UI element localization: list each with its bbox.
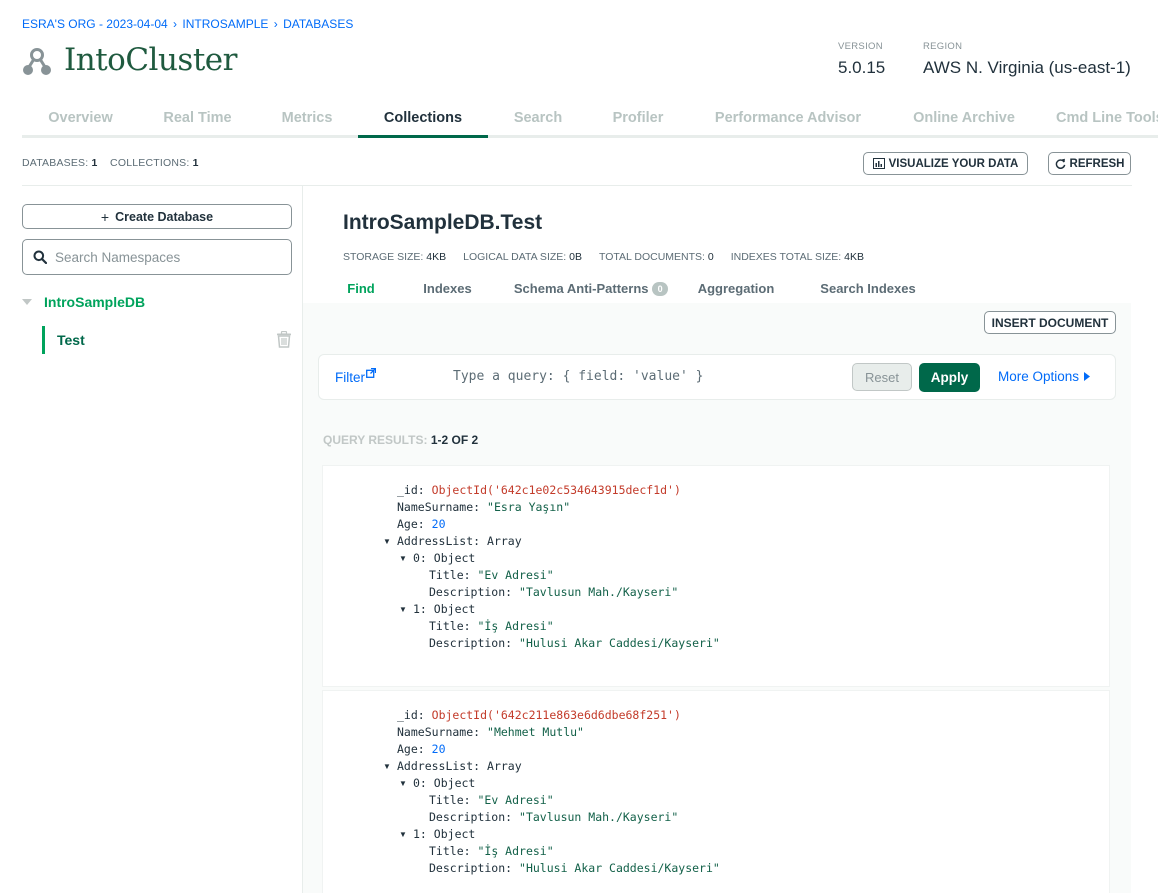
document-field: Title: "İş Adresi" <box>429 844 554 858</box>
indexes-size-stat: INDEXES TOTAL SIZE: 4KB <box>730 251 864 263</box>
chevron-right-icon: › <box>273 17 278 31</box>
caret-down-icon[interactable] <box>22 299 32 305</box>
document-field: _id: ObjectId('642c1e02c534643915decf1d'… <box>397 483 681 497</box>
search-icon <box>33 250 47 264</box>
create-database-button[interactable]: + Create Database <box>22 204 292 229</box>
caret-down-icon[interactable]: ▼ <box>399 554 407 563</box>
breadcrumb: ESRA'S ORG - 2023-04-04 › INTROSAMPLE › … <box>22 17 353 31</box>
bar-chart-icon <box>872 158 885 169</box>
cluster-title: IntoCluster <box>64 42 237 78</box>
tab-online-archive[interactable]: Online Archive <box>888 100 1040 138</box>
apply-button[interactable]: Apply <box>919 363 980 392</box>
caret-down-icon[interactable]: ▼ <box>399 779 407 788</box>
document-field: Description: "Hulusi Akar Caddesi/Kayser… <box>429 861 720 875</box>
caret-down-icon[interactable]: ▼ <box>383 762 391 771</box>
tab-overview[interactable]: Overview <box>22 100 139 138</box>
storage-size-stat: STORAGE SIZE: 4KB <box>343 251 447 263</box>
document-card[interactable]: _id: ObjectId('642c1e02c534643915decf1d'… <box>322 465 1110 687</box>
more-options-button[interactable]: More Options <box>998 369 1091 384</box>
collection-subtabs: Find Indexes Schema Anti-Patterns 0 Aggr… <box>323 281 950 303</box>
subtab-schema-anti-patterns[interactable]: Schema Anti-Patterns 0 <box>496 281 686 303</box>
namespace-title: IntroSampleDB.Test <box>343 211 543 234</box>
query-bar: Filter Reset Apply More Options <box>318 354 1116 400</box>
cluster-icon <box>23 48 51 75</box>
collection-stats: STORAGE SIZE: 4KB LOGICAL DATA SIZE: 0B … <box>343 251 864 263</box>
tab-profiler[interactable]: Profiler <box>588 100 688 138</box>
visualize-data-button[interactable]: VISUALIZE YOUR DATA <box>863 152 1028 175</box>
document-field: AddressList: Array <box>397 759 522 773</box>
tab-performance-advisor[interactable]: Performance Advisor <box>688 100 888 138</box>
logical-size-stat: LOGICAL DATA SIZE: 0B <box>463 251 582 263</box>
version-label: VERSION <box>838 41 883 52</box>
document-field: 1: Object <box>413 602 476 616</box>
region-label: REGION <box>923 41 963 52</box>
caret-down-icon[interactable]: ▼ <box>399 605 407 614</box>
version-info: VERSION 5.0.15 <box>838 41 885 78</box>
document-field: Title: "Ev Adresi" <box>429 793 554 807</box>
region-value: AWS N. Virginia (us-east-1) <box>923 58 1131 77</box>
tab-metrics[interactable]: Metrics <box>256 100 358 138</box>
document-field: Description: "Tavlusun Mah./Kayseri" <box>429 810 679 824</box>
document-field: Title: "İş Adresi" <box>429 619 554 633</box>
document-field: Age: 20 <box>397 517 446 531</box>
breadcrumb-section[interactable]: DATABASES <box>283 17 353 31</box>
caret-right-icon <box>1084 372 1091 381</box>
collection-name: Test <box>57 332 85 348</box>
document-field: Title: "Ev Adresi" <box>429 568 554 582</box>
subtab-aggregation[interactable]: Aggregation <box>686 281 786 303</box>
document-field: _id: ObjectId('642c211e863e6d6dbe68f251'… <box>397 708 681 722</box>
document-field: 0: Object <box>413 776 476 790</box>
refresh-button[interactable]: REFRESH <box>1048 152 1131 175</box>
document-field: NameSurname: "Esra Yaşın" <box>397 500 571 514</box>
document-field: AddressList: Array <box>397 534 522 548</box>
cluster-tabs: Overview Real Time Metrics Collections S… <box>22 100 1158 138</box>
caret-down-icon[interactable]: ▼ <box>383 537 391 546</box>
insert-document-button[interactable]: INSERT DOCUMENT <box>984 311 1116 334</box>
subtab-search-indexes[interactable]: Search Indexes <box>786 281 950 303</box>
query-results-label: QUERY RESULTS: 1-2 OF 2 <box>323 433 479 447</box>
tab-search[interactable]: Search <box>488 100 588 138</box>
namespace-search <box>22 239 292 275</box>
caret-down-icon[interactable]: ▼ <box>399 830 407 839</box>
subtab-indexes[interactable]: Indexes <box>399 281 496 303</box>
total-documents-stat: TOTAL DOCUMENTS: 0 <box>598 251 714 263</box>
database-name: IntroSampleDB <box>44 294 146 310</box>
divider <box>22 185 1132 186</box>
plus-icon: + <box>100 208 110 225</box>
query-input[interactable] <box>453 369 833 384</box>
version-value: 5.0.15 <box>838 58 886 77</box>
filter-link[interactable]: Filter <box>335 367 377 385</box>
refresh-icon <box>1055 158 1065 169</box>
document-field: NameSurname: "Mehmet Mutlu" <box>397 725 584 739</box>
schema-count-badge: 0 <box>652 282 669 296</box>
external-link-icon <box>366 367 377 378</box>
tab-collections[interactable]: Collections <box>358 100 488 138</box>
region-info: REGION AWS N. Virginia (us-east-1) <box>923 41 1131 78</box>
chevron-right-icon: › <box>173 17 178 31</box>
reset-button[interactable]: Reset <box>852 363 912 391</box>
document-field: Description: "Hulusi Akar Caddesi/Kayser… <box>429 636 720 650</box>
document-field: 1: Object <box>413 827 476 841</box>
document-field: 0: Object <box>413 551 476 565</box>
collection-count: 1 <box>192 157 199 169</box>
database-count: 1 <box>91 157 98 169</box>
breadcrumb-project[interactable]: INTROSAMPLE <box>182 17 268 31</box>
namespace-counts: DATABASES: 1 COLLECTIONS: 1 <box>22 157 199 169</box>
sidebar-collection-item[interactable]: Test <box>42 326 292 354</box>
sidebar-database-item[interactable]: IntroSampleDB <box>22 294 145 310</box>
tab-real-time[interactable]: Real Time <box>139 100 256 138</box>
document-field: Description: "Tavlusun Mah./Kayseri" <box>429 585 679 599</box>
breadcrumb-org[interactable]: ESRA'S ORG - 2023-04-04 <box>22 17 168 31</box>
document-field: Age: 20 <box>397 742 446 756</box>
trash-icon[interactable] <box>276 331 292 348</box>
tab-cmd-line-tools[interactable]: Cmd Line Tools <box>1040 100 1158 138</box>
document-card[interactable]: _id: ObjectId('642c211e863e6d6dbe68f251'… <box>322 690 1110 893</box>
subtab-find[interactable]: Find <box>323 281 399 303</box>
query-results-range: 1-2 OF 2 <box>430 433 479 447</box>
search-namespaces-input[interactable] <box>55 249 275 265</box>
